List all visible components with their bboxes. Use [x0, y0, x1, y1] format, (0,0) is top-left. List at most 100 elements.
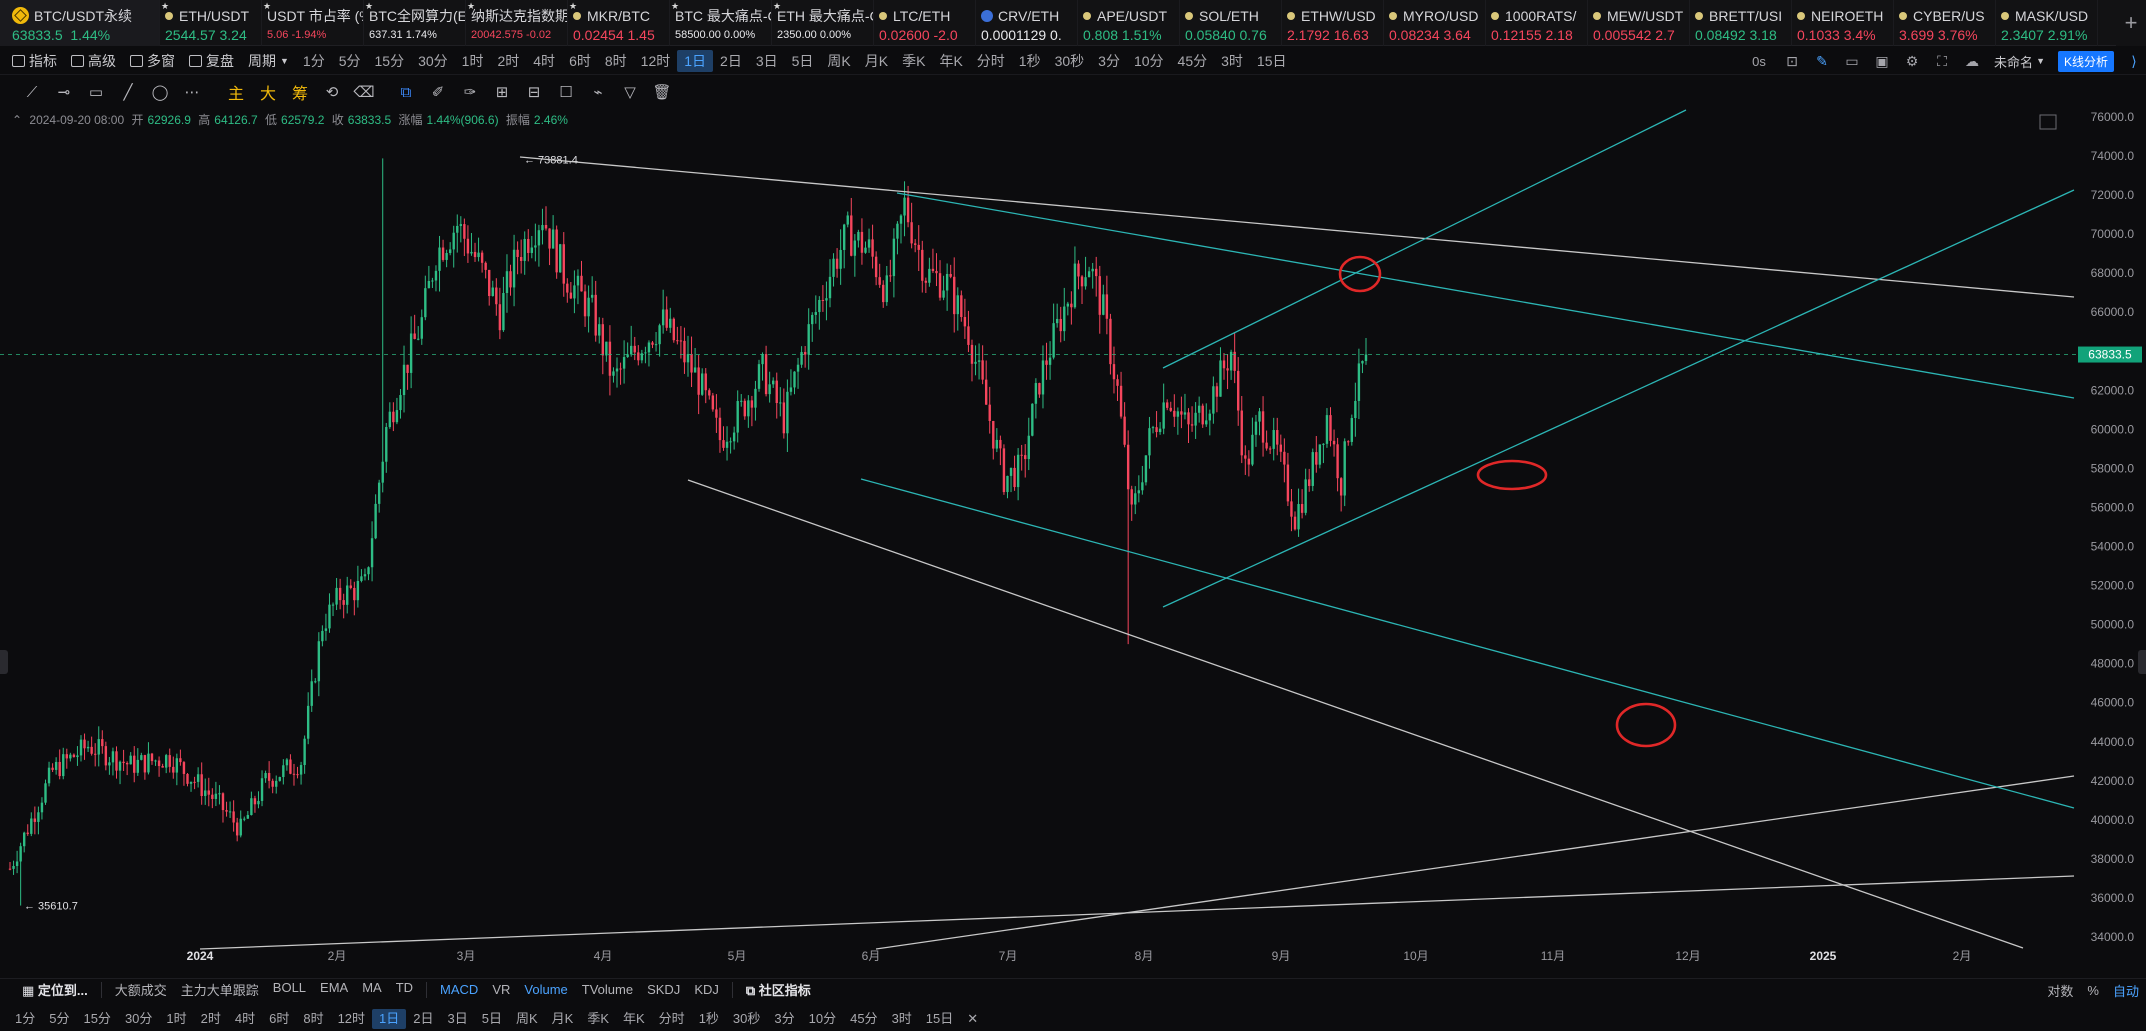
timeframe-14[interactable]: 周K: [820, 50, 857, 72]
add-tab-button[interactable]: +: [2116, 0, 2146, 46]
star-icon[interactable]: ★: [365, 1, 373, 12]
timeframe-bottom-0[interactable]: 1分: [8, 1009, 42, 1029]
sub-indicator-4[interactable]: SKDJ: [640, 982, 687, 997]
timeframe-bottom-19[interactable]: 1秒: [692, 1009, 726, 1029]
rectangle-icon[interactable]: ▭: [80, 77, 112, 107]
chip-tool[interactable]: 筹: [284, 77, 316, 107]
timeframe-2[interactable]: 15分: [368, 50, 412, 72]
price-chart[interactable]: 76000.0 74000.0 72000.0 70000.0 68000.0 66000…: [0, 107, 2146, 973]
ticker-item[interactable]: ★ BTC全网算力(EF 637.31 1.74%: [364, 0, 466, 46]
percent-scale-toggle[interactable]: %: [2080, 983, 2106, 998]
fullscreen-icon[interactable]: ⛶: [1927, 47, 1957, 75]
timeframe-4[interactable]: 1时: [455, 50, 491, 72]
big-tool[interactable]: 大: [252, 77, 284, 107]
timeframe-bottom-17[interactable]: 年K: [616, 1009, 652, 1029]
timeframe-bottom-12[interactable]: 3日: [441, 1009, 475, 1029]
copy-icon[interactable]: ⧉: [390, 77, 422, 107]
more-icon[interactable]: ⋯: [176, 77, 208, 107]
indicator-1[interactable]: 主力大单跟踪: [174, 980, 266, 999]
kline-analysis-button[interactable]: K线分析: [2057, 50, 2114, 72]
timeframe-bottom-25[interactable]: 15日: [919, 1009, 960, 1029]
timeframe-bottom-14[interactable]: 周K: [509, 1009, 545, 1029]
brush-icon[interactable]: ✐: [422, 77, 454, 107]
timeframe-9[interactable]: 12时: [634, 50, 678, 72]
community-indicator-button[interactable]: ⧉ 社区指标: [739, 980, 818, 999]
timeframe-bottom-5[interactable]: 2时: [194, 1009, 228, 1029]
ticker-item[interactable]: ★ BTC 最大痛点-C 58500.00 0.00%: [670, 0, 772, 46]
sub-indicator-5[interactable]: KDJ: [687, 982, 726, 997]
ticker-item[interactable]: MASK/USD 2.3407 2.91%: [1996, 0, 2098, 46]
ticker-item[interactable]: ★ ETH/USDT 2544.57 3.24: [160, 0, 262, 46]
indicator-3[interactable]: EMA: [313, 980, 355, 999]
log-scale-toggle[interactable]: 对数: [2040, 981, 2080, 1000]
timeframe-25[interactable]: 15日: [1250, 50, 1294, 72]
close-icon[interactable]: ✕: [960, 1009, 985, 1029]
timeframe-bottom-3[interactable]: 30分: [118, 1009, 159, 1029]
timeframe-8[interactable]: 8时: [598, 50, 634, 72]
sub-indicator-2[interactable]: Volume: [517, 982, 574, 997]
timeframe-15[interactable]: 月K: [858, 50, 895, 72]
timeframe-23[interactable]: 45分: [1171, 50, 1215, 72]
main-tool[interactable]: 主: [220, 77, 252, 107]
camera-icon[interactable]: ⊡: [1777, 47, 1807, 75]
ticker-item[interactable]: BRETT/USI 0.08492 3.18: [1690, 0, 1792, 46]
timeframe-bottom-1[interactable]: 5分: [42, 1009, 76, 1029]
left-panel-handle[interactable]: [0, 650, 8, 674]
timeframe-0[interactable]: 1分: [296, 50, 332, 72]
indicator-2[interactable]: BOLL: [266, 980, 313, 999]
timeframe-19[interactable]: 1秒: [1012, 50, 1048, 72]
star-icon[interactable]: ★: [467, 1, 475, 12]
timeframe-bottom-20[interactable]: 30秒: [726, 1009, 767, 1029]
ticker-item[interactable]: SOL/ETH 0.05840 0.76: [1180, 0, 1282, 46]
ticker-item[interactable]: CYBER/US 3.699 3.76%: [1894, 0, 1996, 46]
lock-icon[interactable]: ⊟: [518, 77, 550, 107]
cloud-icon[interactable]: ☁: [1957, 47, 1987, 75]
timeframe-bottom-9[interactable]: 12时: [331, 1009, 372, 1029]
timeframe-21[interactable]: 3分: [1091, 50, 1127, 72]
sub-indicator-1[interactable]: VR: [485, 982, 517, 997]
ticker-item[interactable]: ★ 纳斯达克指数期 20042.575 -0.02: [466, 0, 568, 46]
indicator-4[interactable]: MA: [355, 980, 389, 999]
timeframe-13[interactable]: 5日: [785, 50, 821, 72]
filter-icon[interactable]: ▽: [614, 77, 646, 107]
timeframe-bottom-24[interactable]: 3时: [885, 1009, 919, 1029]
period-dropdown[interactable]: 周期 ▼: [241, 51, 296, 71]
star-icon[interactable]: ★: [671, 1, 679, 12]
ticker-item[interactable]: ETHW/USD 2.1792 16.63: [1282, 0, 1384, 46]
ticker-item[interactable]: ★ ETH 最大痛点-C 2350.00 0.00%: [772, 0, 874, 46]
line-icon[interactable]: ╱: [112, 77, 144, 107]
timeframe-5[interactable]: 2时: [490, 50, 526, 72]
timeframe-bottom-16[interactable]: 季K: [580, 1009, 616, 1029]
timeframe-22[interactable]: 10分: [1127, 50, 1171, 72]
timeframe-bottom-23[interactable]: 45分: [843, 1009, 884, 1029]
star-icon[interactable]: ★: [773, 1, 781, 12]
auto-scale-toggle[interactable]: 自动: [2106, 981, 2146, 1000]
ticker-item[interactable]: LTC/ETH 0.02600 -2.0: [874, 0, 976, 46]
trash-icon[interactable]: 🗑: [646, 77, 678, 107]
timeframe-bottom-22[interactable]: 10分: [802, 1009, 843, 1029]
highlighter-icon[interactable]: ✑: [454, 77, 486, 107]
ellipse-icon[interactable]: ◯: [144, 77, 176, 107]
ticker-item[interactable]: NEIROETH 0.1033 3.4%: [1792, 0, 1894, 46]
ticker-main[interactable]: BTC/USDT永续 63833.5 1.44%: [0, 0, 160, 46]
locate-button[interactable]: ▦ 定位到...: [0, 980, 95, 999]
trendline-tool-icon[interactable]: ⟋: [16, 77, 48, 107]
ticker-item[interactable]: APE/USDT 0.808 1.51%: [1078, 0, 1180, 46]
timeframe-bottom-21[interactable]: 3分: [767, 1009, 801, 1029]
star-icon[interactable]: ★: [263, 1, 271, 12]
replay-button[interactable]: 复盘: [182, 51, 241, 71]
timeframe-3[interactable]: 30分: [411, 50, 455, 72]
advanced-button[interactable]: 高级: [64, 51, 123, 71]
timeframe-bottom-4[interactable]: 1时: [159, 1009, 193, 1029]
timeframe-bottom-11[interactable]: 2日: [406, 1009, 440, 1029]
measure-icon[interactable]: ⊞: [486, 77, 518, 107]
indicator-0[interactable]: 大额成交: [108, 980, 174, 999]
timeframe-16[interactable]: 季K: [895, 50, 932, 72]
expand-icon[interactable]: ⟩: [2122, 47, 2146, 75]
template-icon[interactable]: ☐: [550, 77, 582, 107]
timeframe-bottom-15[interactable]: 月K: [545, 1009, 581, 1029]
timeframe-20[interactable]: 30秒: [1048, 50, 1092, 72]
multi-window-button[interactable]: 多窗: [123, 51, 182, 71]
indicator-button[interactable]: 指标: [0, 51, 64, 71]
timeframe-24[interactable]: 3时: [1214, 50, 1250, 72]
